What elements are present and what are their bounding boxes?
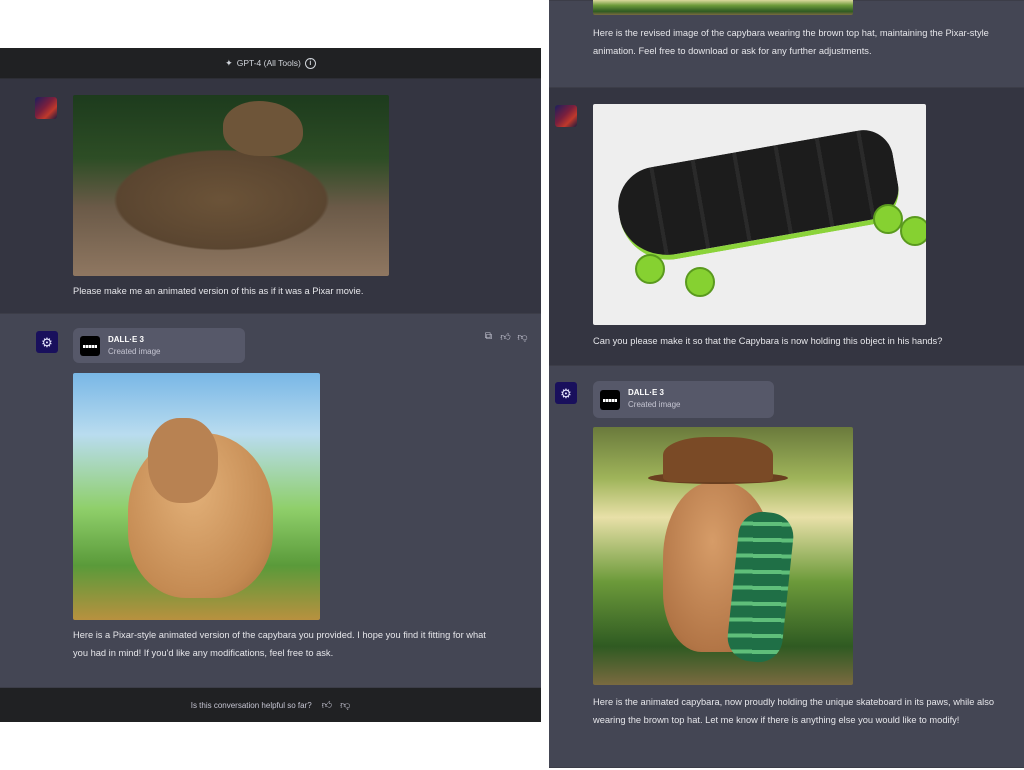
feedback-question: Is this conversation helpful so far? (190, 700, 312, 710)
user-message: Please make me an animated version of th… (0, 79, 541, 313)
pixar-capybara-image[interactable] (73, 373, 320, 620)
dalle-card[interactable]: DALL·E 3 Created image (73, 328, 245, 363)
copy-icon[interactable]: ⧉ (483, 331, 494, 343)
user-message-text: Please make me an animated version of th… (73, 286, 364, 296)
feedback-bar: Is this conversation helpful so far? 👍︎ … (0, 688, 541, 722)
capybara-skateboard-image[interactable] (593, 427, 853, 685)
info-icon[interactable]: i (304, 57, 316, 69)
model-header[interactable]: ✦ GPT-4 (All Tools) i (0, 48, 541, 79)
chat-panel-right: Here is the revised image of the capybar… (549, 0, 1024, 768)
assistant-avatar: ⚙ (36, 331, 58, 353)
dalle-logo-icon (600, 390, 620, 410)
user-message-text: Can you please make it so that the Capyb… (593, 336, 943, 346)
assistant-message-text: Here is the animated capybara, now proud… (593, 697, 995, 725)
thumbs-up-icon[interactable]: 👍︎ (322, 699, 332, 711)
dalle-card-title: DALL·E 3 (108, 335, 144, 344)
skateboard-photo[interactable] (593, 104, 926, 325)
user-avatar (35, 97, 57, 119)
chat-panel-left: ✦ GPT-4 (All Tools) i Please make me an … (0, 48, 541, 722)
assistant-message-top: Here is the revised image of the capybar… (549, 0, 1024, 88)
thumbs-up-icon[interactable]: 👍︎ (500, 331, 511, 343)
dalle-card-title: DALL·E 3 (628, 388, 664, 397)
thumbs-down-icon[interactable]: 👎︎ (340, 699, 350, 711)
openai-logo-icon: ⚙ (41, 334, 53, 350)
assistant-message: ⚙ DALL·E 3 Created image Here is the ani… (549, 365, 1024, 768)
dalle-card-subtitle: Created image (108, 347, 161, 356)
assistant-message-text: Here is a Pixar-style animated version o… (73, 630, 486, 658)
capybara-hat-image-partial[interactable] (593, 0, 853, 15)
sparkle-icon: ✦ (225, 57, 233, 68)
assistant-top-text: Here is the revised image of the capybar… (593, 28, 989, 56)
dalle-card-subtitle: Created image (628, 400, 681, 409)
thumbs-down-icon[interactable]: 👎︎ (517, 331, 528, 343)
message-actions: ⧉ 👍︎ 👎︎ (483, 331, 528, 343)
uploaded-capybara-photo[interactable] (73, 95, 389, 276)
dalle-logo-icon (80, 336, 100, 356)
model-label: GPT-4 (All Tools) (236, 58, 301, 68)
user-message: Can you please make it so that the Capyb… (549, 88, 1024, 365)
user-avatar (555, 105, 577, 127)
assistant-avatar: ⚙ (555, 382, 577, 404)
dalle-card[interactable]: DALL·E 3 Created image (593, 381, 774, 418)
assistant-message: ⚙ DALL·E 3 Created image ⧉ 👍︎ 👎︎ Here is… (0, 313, 541, 688)
openai-logo-icon: ⚙ (560, 385, 572, 401)
